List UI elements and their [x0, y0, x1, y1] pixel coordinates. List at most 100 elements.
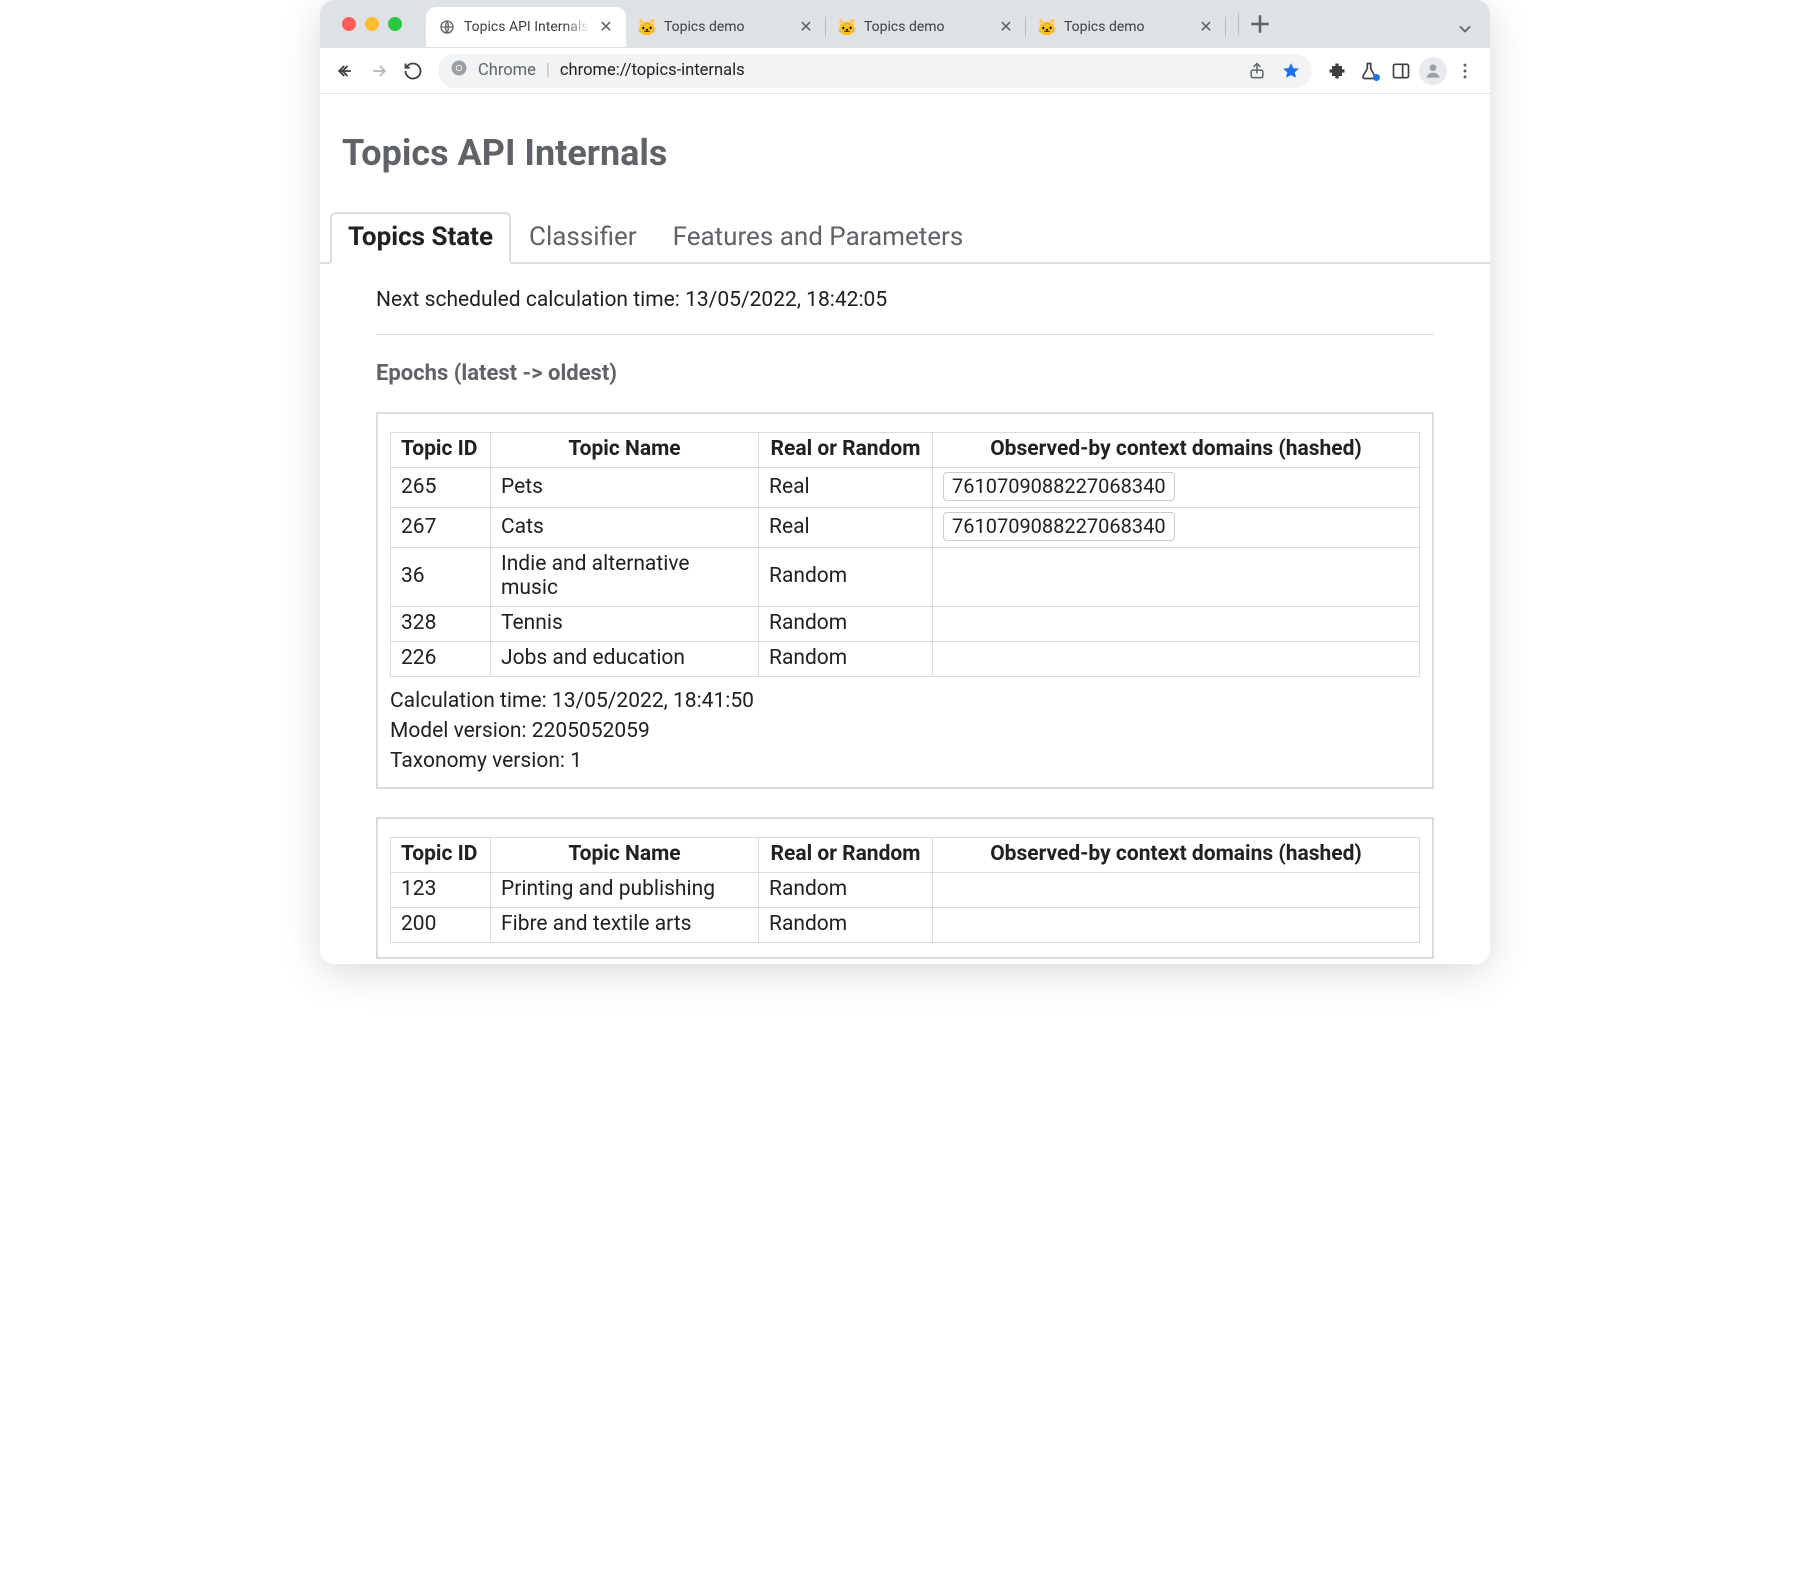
table-row: 328 Tennis Random [391, 607, 1420, 642]
cell-hash [933, 873, 1420, 908]
cell-name: Fibre and textile arts [491, 908, 759, 943]
cell-name: Tennis [491, 607, 759, 642]
tab-list-dropdown[interactable] [1450, 14, 1480, 44]
cat-icon: 🐱 [1038, 18, 1056, 36]
tab-close-button[interactable]: ✕ [998, 19, 1014, 35]
cell-hash: 7610709088227068340 [933, 508, 1420, 548]
cell-name: Printing and publishing [491, 873, 759, 908]
hash-chip: 7610709088227068340 [943, 472, 1175, 501]
address-url: chrome://topics-internals [560, 61, 745, 80]
cell-rr: Random [759, 548, 933, 607]
epoch-table: Topic ID Topic Name Real or Random Obser… [390, 837, 1420, 943]
window-minimize-button[interactable] [365, 17, 379, 31]
tab-title: Topics demo [864, 19, 990, 35]
epoch-box: Topic ID Topic Name Real or Random Obser… [376, 412, 1434, 789]
tab-classifier[interactable]: Classifier [511, 212, 655, 264]
avatar [1419, 57, 1447, 85]
toolbar: Chrome | chrome://topics-internals [320, 48, 1490, 94]
table-row: 36 Indie and alternative music Random [391, 548, 1420, 607]
cell-name: Indie and alternative music [491, 548, 759, 607]
epoch-meta: Taxonomy version: 1 [390, 749, 1420, 773]
page-content: Topics API Internals Topics State Classi… [320, 94, 1490, 964]
address-bar[interactable]: Chrome | chrome://topics-internals [438, 54, 1312, 88]
tab-close-button[interactable]: ✕ [1198, 19, 1214, 35]
globe-icon [438, 18, 456, 36]
col-topic-name: Topic Name [491, 433, 759, 468]
extensions-button[interactable] [1322, 56, 1352, 86]
window-controls [342, 17, 402, 31]
tab-features-and-parameters[interactable]: Features and Parameters [655, 212, 982, 264]
profile-button[interactable] [1418, 56, 1448, 86]
share-button[interactable] [1242, 56, 1272, 86]
tab-close-button[interactable]: ✕ [798, 19, 814, 35]
cell-id: 36 [391, 548, 491, 607]
col-observed-by: Observed-by context domains (hashed) [933, 433, 1420, 468]
tab-strip: Topics API Internals ✕ 🐱 Topics demo ✕ 🐱… [320, 0, 1490, 48]
browser-tab[interactable]: 🐱 Topics demo ✕ [1026, 7, 1226, 47]
table-row: 226 Jobs and education Random [391, 642, 1420, 677]
cell-id: 200 [391, 908, 491, 943]
taxonomy-version-value: 1 [570, 749, 582, 773]
cell-id: 267 [391, 508, 491, 548]
tab-title: Topics demo [664, 19, 790, 35]
cat-icon: 🐱 [638, 18, 656, 36]
col-topic-name: Topic Name [491, 838, 759, 873]
model-version-value: 2205052059 [532, 719, 650, 743]
col-topic-id: Topic ID [391, 838, 491, 873]
separator: | [546, 61, 550, 80]
cell-hash [933, 607, 1420, 642]
back-button[interactable] [330, 56, 360, 86]
browser-tab[interactable]: Topics API Internals ✕ [426, 7, 626, 47]
divider [376, 334, 1434, 335]
cell-rr: Real [759, 468, 933, 508]
model-version-label: Model version: [390, 719, 527, 743]
table-row: 123 Printing and publishing Random [391, 873, 1420, 908]
cell-rr: Random [759, 908, 933, 943]
browser-window: Topics API Internals ✕ 🐱 Topics demo ✕ 🐱… [320, 0, 1490, 964]
col-observed-by: Observed-by context domains (hashed) [933, 838, 1420, 873]
taxonomy-version-label: Taxonomy version: [390, 749, 565, 773]
reload-button[interactable] [398, 56, 428, 86]
browser-tab[interactable]: 🐱 Topics demo ✕ [626, 7, 826, 47]
tab-content-topics-state: Next scheduled calculation time: 13/05/2… [342, 264, 1468, 959]
window-close-button[interactable] [342, 17, 356, 31]
side-panel-button[interactable] [1386, 56, 1416, 86]
page-title: Topics API Internals [342, 132, 1468, 174]
calc-time-value: 13/05/2022, 18:41:50 [552, 689, 754, 713]
cell-hash [933, 642, 1420, 677]
epochs-heading: Epochs (latest -> oldest) [376, 361, 1434, 386]
kebab-menu-button[interactable] [1450, 56, 1480, 86]
bookmark-star-button[interactable] [1276, 56, 1306, 86]
cell-id: 328 [391, 607, 491, 642]
cell-hash [933, 908, 1420, 943]
hash-chip: 7610709088227068340 [943, 512, 1175, 541]
epoch-box: Topic ID Topic Name Real or Random Obser… [376, 817, 1434, 959]
cell-id: 226 [391, 642, 491, 677]
window-maximize-button[interactable] [388, 17, 402, 31]
epoch-meta: Model version: 2205052059 [390, 719, 1420, 743]
forward-button[interactable] [364, 56, 394, 86]
browser-tab[interactable]: 🐱 Topics demo ✕ [826, 7, 1026, 47]
table-row: 200 Fibre and textile arts Random [391, 908, 1420, 943]
table-row: 265 Pets Real 7610709088227068340 [391, 468, 1420, 508]
new-tab-button[interactable] [1245, 9, 1275, 39]
toolbar-right [1322, 56, 1480, 86]
col-topic-id: Topic ID [391, 433, 491, 468]
table-header-row: Topic ID Topic Name Real or Random Obser… [391, 433, 1420, 468]
tab-title: Topics demo [1064, 19, 1190, 35]
tab-topics-state[interactable]: Topics State [330, 212, 511, 264]
tab-close-button[interactable]: ✕ [598, 19, 614, 35]
cell-rr: Random [759, 607, 933, 642]
next-calculation-time: Next scheduled calculation time: 13/05/2… [376, 288, 1434, 312]
cell-rr: Random [759, 873, 933, 908]
cell-name: Pets [491, 468, 759, 508]
calc-time-label: Calculation time: [390, 689, 547, 713]
tab-strip-actions [1228, 9, 1275, 39]
cell-name: Jobs and education [491, 642, 759, 677]
address-prefix: Chrome [478, 61, 536, 80]
labs-button[interactable] [1354, 56, 1384, 86]
cell-hash [933, 548, 1420, 607]
cell-name: Cats [491, 508, 759, 548]
cell-hash: 7610709088227068340 [933, 468, 1420, 508]
cell-rr: Random [759, 642, 933, 677]
